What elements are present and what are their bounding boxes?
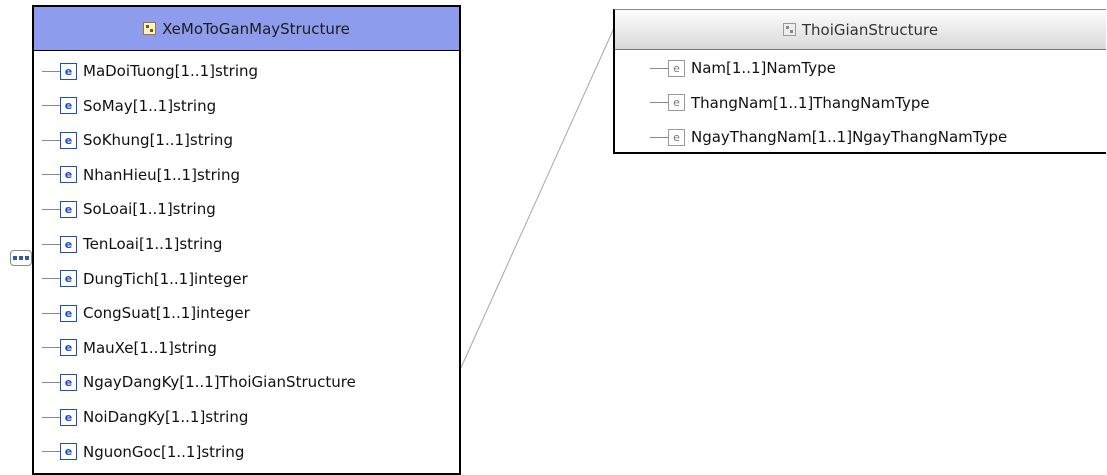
tree-connector <box>42 451 60 453</box>
element-row[interactable]: e SoMay [1..1] string <box>42 94 216 118</box>
element-cardinality: [1..1] <box>133 338 174 357</box>
element-icon: e <box>668 59 685 77</box>
element-type: string <box>173 96 217 115</box>
element-icon: e <box>60 373 77 391</box>
element-row[interactable]: e NoiDangKy [1..1] string <box>42 405 248 429</box>
element-type: string <box>196 165 240 184</box>
element-icon: e <box>668 128 685 146</box>
element-name: SoMay <box>83 96 133 115</box>
element-name: CongSuat <box>83 304 156 323</box>
element-type: string <box>189 131 233 150</box>
tree-connector <box>650 136 668 138</box>
element-row[interactable]: e ThangNam [1..1] ThangNamType <box>650 91 930 115</box>
element-row[interactable]: e DungTich [1..1] integer <box>42 267 248 291</box>
element-icon: e <box>668 94 685 111</box>
element-type: integer <box>196 304 250 323</box>
structure-title: ThoiGianStructure <box>801 20 939 39</box>
element-cardinality: [1..1] <box>811 128 853 146</box>
element-cardinality: [1..1] <box>726 59 767 77</box>
tree-connector <box>42 70 60 72</box>
element-name: DungTich <box>83 269 154 288</box>
element-name: NhanHieu <box>83 165 157 184</box>
tree-connector <box>42 312 60 314</box>
element-name: ThangNam <box>691 93 773 112</box>
tree-connector <box>42 243 60 245</box>
structure-header[interactable]: ThoiGianStructure <box>615 10 1106 50</box>
tree-connector <box>650 102 668 103</box>
element-name: Nam <box>691 59 727 77</box>
element-name: NgayDangKy <box>83 373 180 392</box>
element-row[interactable]: e CongSuat [1..1] integer <box>42 301 250 325</box>
element-cardinality: [1..1] <box>174 62 215 80</box>
element-row[interactable]: e SoLoai [1..1] string <box>42 197 216 221</box>
element-icon: e <box>60 131 77 149</box>
tree-connector <box>42 278 60 280</box>
element-name: NguonGoc <box>83 442 161 461</box>
element-icon: e <box>60 235 77 253</box>
element-name: MaDoiTuong <box>83 62 175 80</box>
element-type: string <box>172 200 216 219</box>
element-cardinality: [1..1] <box>164 408 206 426</box>
element-cardinality: [1..1] <box>160 442 202 461</box>
element-name: NoiDangKy <box>83 408 165 426</box>
element-row[interactable]: e MauXe [1..1] string <box>42 336 217 360</box>
element-type: string <box>173 338 217 357</box>
element-name: TenLoai <box>83 235 139 253</box>
element-type: string <box>214 62 259 80</box>
tree-connector <box>650 67 668 69</box>
element-cardinality: [1..1] <box>153 269 195 288</box>
element-row[interactable]: e MaDoiTuong [1..1] string <box>42 59 258 83</box>
element-cardinality: [1..1] <box>132 96 174 115</box>
tree-connector <box>42 347 60 349</box>
element-cardinality: [1..1] <box>156 165 197 184</box>
element-type: ThangNamType <box>813 93 930 112</box>
tree-connector <box>42 416 60 418</box>
element-type: ThoiGianStructure <box>219 373 356 392</box>
element-icon: e <box>60 62 77 80</box>
structure-title: XeMoToGanMayStructure <box>162 19 350 38</box>
tree-connector <box>42 139 60 141</box>
element-type: string <box>201 442 245 461</box>
element-type: string <box>179 235 223 253</box>
element-icon: e <box>60 270 77 288</box>
element-type: NgayThangNamType <box>852 128 1008 146</box>
element-row[interactable]: e NgayThangNam [1..1] NgayThangNamType <box>650 125 1007 149</box>
element-row[interactable]: e NhanHieu [1..1] string <box>42 163 240 187</box>
element-row[interactable]: e Nam [1..1] NamType <box>650 56 836 80</box>
element-name: NgayThangNam <box>691 128 812 146</box>
element-row[interactable]: e TenLoai [1..1] string <box>42 232 222 256</box>
tree-connector <box>42 208 60 210</box>
tree-connector <box>42 105 60 107</box>
element-icon: e <box>60 443 77 461</box>
element-icon: e <box>60 304 77 322</box>
element-cardinality: [1..1] <box>179 373 220 392</box>
tree-connector <box>42 174 60 176</box>
element-type: integer <box>194 269 248 288</box>
element-icon: e <box>60 166 77 184</box>
element-name: SoKhung <box>83 131 150 150</box>
element-icon: e <box>60 97 77 115</box>
element-cardinality: [1..1] <box>149 131 190 150</box>
element-row[interactable]: e SoKhung [1..1] string <box>42 128 233 152</box>
element-name: SoLoai <box>83 200 133 219</box>
element-cardinality: [1..1] <box>772 93 814 112</box>
element-type: NamType <box>766 59 836 77</box>
sequence-icon[interactable] <box>10 250 32 266</box>
element-icon: e <box>60 408 77 426</box>
structure-header[interactable]: XeMoToGanMayStructure <box>34 7 459 51</box>
element-name: MauXe <box>83 338 134 357</box>
element-type: string <box>205 408 249 426</box>
complex-type-icon <box>143 22 157 35</box>
element-icon: e <box>60 200 77 218</box>
element-cardinality: [1..1] <box>132 200 173 219</box>
complex-type-icon <box>782 23 796 36</box>
element-cardinality: [1..1] <box>138 235 180 253</box>
element-cardinality: [1..1] <box>155 304 197 323</box>
element-row[interactable]: e NguonGoc [1..1] string <box>42 440 244 464</box>
tree-connector <box>42 381 60 383</box>
element-icon: e <box>60 339 77 357</box>
element-row[interactable]: e NgayDangKy [1..1] ThoiGianStructure <box>42 370 356 394</box>
